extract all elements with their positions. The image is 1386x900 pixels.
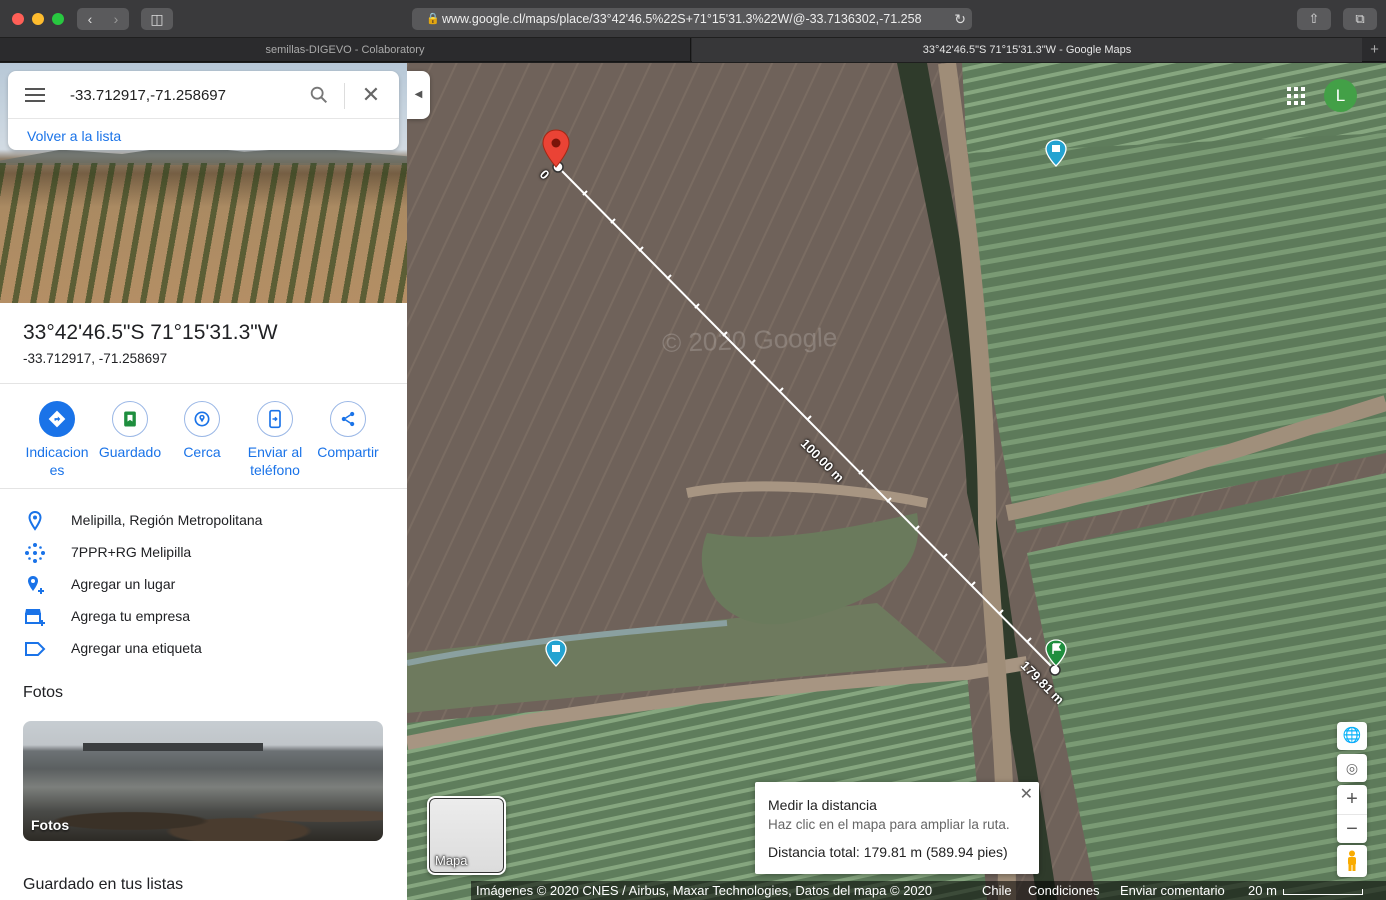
my-location-icon[interactable]: ◎ (1337, 754, 1367, 782)
place-coordinates: -33.712917, -71.258697 (23, 351, 168, 366)
close-icon[interactable]: ✕ (1020, 784, 1033, 804)
map-canvas[interactable]: © 2020 Google 0 100.00 m 179.81 m ◀ L Ma… (407, 63, 1386, 900)
divider (0, 383, 407, 384)
tab-strip: semillas-DIGEVO - Colaboratory 33°42'46.… (0, 38, 1386, 62)
window-minimize-button[interactable] (32, 13, 44, 25)
back-to-list-link[interactable]: Volver a la lista (27, 128, 121, 144)
sidebar-toggle-icon[interactable]: ◫ (141, 8, 173, 30)
scale-label[interactable]: 20 m (1248, 881, 1277, 900)
teal-saved-pin-icon[interactable] (545, 639, 567, 667)
info-row-add-place[interactable]: Agregar un lugar (0, 569, 407, 601)
photos-card[interactable]: Fotos (23, 721, 383, 841)
green-flag-pin-icon[interactable] (1045, 639, 1067, 667)
location-pin-icon (28, 510, 42, 531)
teal-saved-pin-icon[interactable] (1045, 139, 1067, 167)
lock-icon: 🔒 (426, 13, 440, 25)
hero-crop-rows (0, 163, 407, 303)
photo-pier (83, 743, 263, 751)
terms-link[interactable]: Condiciones (1028, 881, 1100, 900)
plus-code-icon (25, 543, 45, 563)
measure-total: Distancia total: 179.81 m (589.94 pies) (768, 844, 1008, 860)
info-row-add-label[interactable]: Agregar una etiqueta (0, 633, 407, 665)
avatar[interactable]: L (1324, 79, 1357, 112)
measure-line-layer (552, 161, 1061, 676)
forward-arrow-icon[interactable]: › (103, 8, 129, 30)
send-to-phone-button[interactable]: Enviar al teléfono (239, 401, 311, 479)
pegman-icon[interactable] (1337, 845, 1367, 877)
directions-button[interactable]: Indicacion es (21, 401, 93, 479)
address-url: www.google.cl/maps/place/33°42'46.5%22S+… (442, 12, 922, 26)
bookmark-icon (112, 401, 148, 437)
saved-label: Guardado (98, 444, 162, 460)
info-address: Melipilla, Región Metropolitana (71, 512, 263, 528)
directions-label: Indicacion es (25, 444, 89, 478)
zoom-control: + − (1337, 785, 1367, 843)
globe-icon[interactable]: 🌐 (1337, 722, 1367, 750)
search-input[interactable] (70, 81, 300, 109)
zoom-out-button[interactable]: − (1337, 814, 1367, 843)
measure-title: Medir la distancia (768, 797, 877, 813)
add-place-icon (28, 576, 44, 594)
measure-ticks (582, 190, 1032, 643)
back-arrow-icon[interactable]: ‹ (77, 8, 103, 30)
close-icon[interactable]: ✕ (360, 84, 382, 106)
browser-titlebar: ‹ › ◫ 🔒 www.google.cl/maps/place/33°42'4… (0, 0, 1386, 38)
layer-label: Mapa (435, 853, 468, 868)
search-separator (344, 83, 345, 109)
nearby-icon (184, 401, 220, 437)
share-button[interactable]: Compartir (312, 401, 384, 461)
info-plus-code: 7PPR+RG Melipilla (71, 544, 192, 560)
add-business-icon (25, 609, 45, 626)
imagery-attribution: Imágenes © 2020 CNES / Airbus, Maxar Tec… (476, 883, 933, 898)
search-icon[interactable] (308, 84, 330, 106)
share-label: Compartir (317, 444, 379, 460)
photos-card-label: Fotos (31, 817, 70, 833)
page-title: 33°42'46.5"S 71°15'31.3"W (23, 321, 278, 344)
country-link[interactable]: Chile (982, 881, 1012, 900)
photo-rocks (23, 791, 383, 841)
send-feedback-link[interactable]: Enviar comentario (1120, 881, 1225, 900)
scale-bar[interactable] (1283, 889, 1363, 895)
info-add-place: Agregar un lugar (71, 576, 176, 592)
nearby-button[interactable]: Cerca (166, 401, 238, 461)
reload-icon[interactable]: ↻ (954, 8, 966, 30)
map-attribution-bar: Imágenes © 2020 CNES / Airbus, Maxar Tec… (471, 881, 1386, 900)
tab-overview-icon[interactable]: ⧉ (1343, 8, 1377, 30)
search-box: ✕ Volver a la lista (8, 71, 399, 150)
send-to-phone-icon (257, 401, 293, 437)
info-row-address[interactable]: Melipilla, Región Metropolitana (0, 505, 407, 537)
saved-button[interactable]: Guardado (94, 401, 166, 461)
new-tab-button[interactable]: + (1363, 38, 1386, 62)
collapse-panel-button[interactable]: ◀ (407, 71, 430, 119)
info-row-add-business[interactable]: Agrega tu empresa (0, 601, 407, 633)
layer-switcher[interactable]: Mapa (427, 796, 506, 875)
apps-grid-icon[interactable] (1287, 87, 1305, 105)
zoom-in-button[interactable]: + (1337, 785, 1367, 814)
window-maximize-button[interactable] (52, 13, 64, 25)
info-add-label: Agregar una etiqueta (71, 640, 202, 656)
label-icon (25, 642, 46, 656)
tab-google-maps[interactable]: 33°42'46.5"S 71°15'31.3"W - Google Maps (692, 38, 1362, 62)
send-to-phone-label: Enviar al teléfono (247, 444, 303, 478)
measure-line (557, 166, 1056, 671)
directions-icon (39, 401, 75, 437)
tab-colaboratory[interactable]: semillas-DIGEVO - Colaboratory (0, 38, 691, 62)
info-row-plus-code[interactable]: 7PPR+RG Melipilla (0, 537, 407, 569)
menu-icon[interactable] (25, 88, 45, 102)
place-panel: ✕ Volver a la lista 33°42'46.5"S 71°15'3… (0, 63, 407, 900)
measure-distance-card: Medir la distancia Haz clic en el mapa p… (755, 782, 1039, 874)
saved-lists-title: Guardado en tus listas (23, 876, 184, 893)
nearby-label: Cerca (183, 444, 221, 460)
divider (0, 488, 407, 489)
window-close-button[interactable] (12, 13, 24, 25)
search-divider (8, 118, 399, 119)
photos-section-title: Fotos (23, 684, 64, 701)
address-bar[interactable]: 🔒 www.google.cl/maps/place/33°42'46.5%22… (412, 8, 972, 30)
share-icon[interactable]: ⇧ (1297, 8, 1331, 30)
red-location-pin-icon[interactable] (541, 129, 571, 169)
info-add-business: Agrega tu empresa (71, 608, 191, 624)
share-icon (330, 401, 366, 437)
measure-hint: Haz clic en el mapa para ampliar la ruta… (768, 817, 1010, 832)
